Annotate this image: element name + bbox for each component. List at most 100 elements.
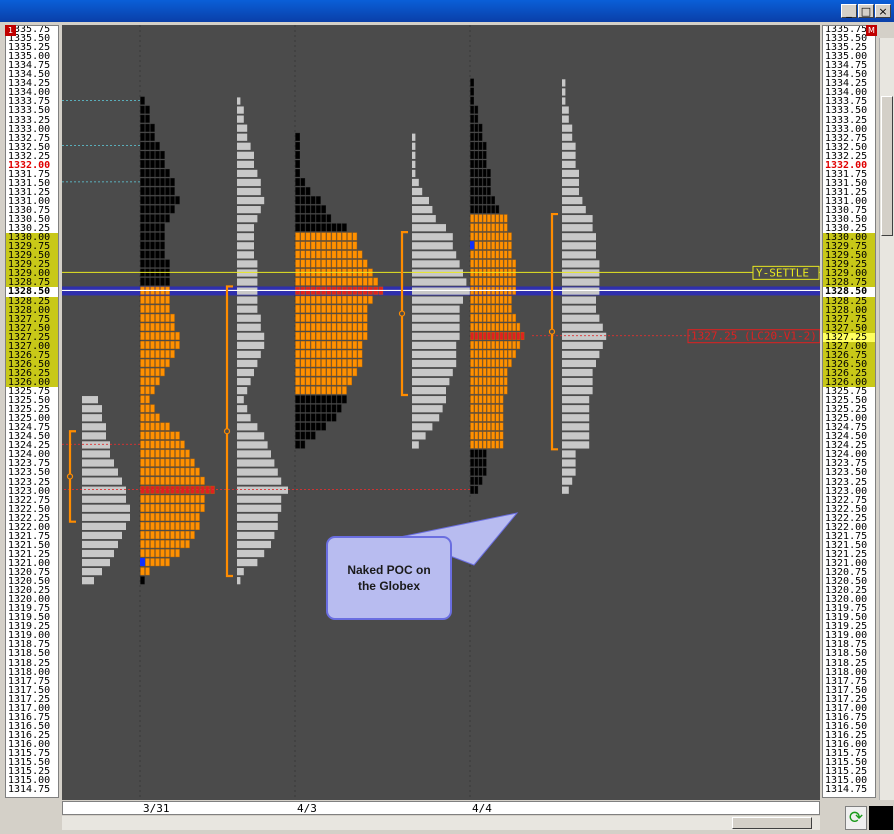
vertical-scrollbar[interactable] xyxy=(879,38,894,800)
tpo-block xyxy=(310,241,316,250)
date-label-2: 4/3 xyxy=(297,802,317,815)
tpo-block xyxy=(357,259,363,268)
tpo-block xyxy=(305,241,311,250)
tpo-block xyxy=(155,295,160,304)
tpo-block xyxy=(474,150,479,159)
volume-bar xyxy=(562,115,569,123)
tpo-block xyxy=(503,350,508,359)
vertical-scroll-thumb[interactable] xyxy=(881,96,893,236)
horizontal-scroll-thumb[interactable] xyxy=(732,817,812,829)
tpo-block xyxy=(478,223,483,232)
tpo-block xyxy=(175,540,180,549)
tpo-block xyxy=(310,386,316,395)
tpo-block xyxy=(140,196,145,205)
tpo-block xyxy=(150,368,155,377)
tpo-block xyxy=(352,277,358,286)
tpo-block xyxy=(516,322,521,331)
tpo-block xyxy=(310,205,316,214)
volume-bar xyxy=(562,450,576,458)
tpo-block xyxy=(300,277,306,286)
volume-bar xyxy=(237,97,241,105)
tpo-block xyxy=(305,431,311,440)
tpo-block xyxy=(295,295,300,304)
tpo-block xyxy=(474,114,479,123)
tpo-block xyxy=(357,322,363,331)
tpo-block xyxy=(295,241,300,250)
volume-bar xyxy=(237,323,261,331)
tpo-block xyxy=(478,187,483,196)
tpo-block xyxy=(499,431,504,440)
tpo-block xyxy=(482,304,487,313)
color-swatch[interactable] xyxy=(869,806,893,830)
tpo-block xyxy=(487,214,491,223)
tpo-block xyxy=(190,494,195,503)
tpo-block xyxy=(470,458,474,467)
tpo-block xyxy=(295,440,300,449)
volume-bar xyxy=(412,196,429,205)
tpo-block xyxy=(160,558,165,567)
tpo-block xyxy=(326,377,332,386)
tpo-block xyxy=(170,332,175,340)
volume-bar xyxy=(412,323,460,331)
volume-bar xyxy=(562,341,603,349)
tpo-block xyxy=(495,304,500,313)
tpo-block xyxy=(150,332,155,340)
maximize-button[interactable]: □ xyxy=(858,4,874,18)
tpo-block xyxy=(352,368,358,377)
tpo-block xyxy=(305,196,311,205)
tpo-block xyxy=(300,404,306,413)
tpo-block xyxy=(155,359,160,368)
tpo-block xyxy=(482,458,487,467)
tpo-block xyxy=(155,259,160,268)
tpo-block xyxy=(487,169,491,178)
tpo-block xyxy=(336,350,342,359)
tpo-block xyxy=(140,277,145,286)
volume-bar xyxy=(562,459,576,467)
tpo-block xyxy=(321,422,326,431)
market-profile-chart[interactable]: Y-SETTLE 1327.25 (LC20-V1-2) Naked POC on… xyxy=(62,25,820,800)
volume-bar xyxy=(82,450,110,458)
tpo-block xyxy=(499,313,504,322)
tpo-block xyxy=(165,458,170,467)
close-button[interactable]: × xyxy=(875,4,891,18)
tpo-block xyxy=(474,223,479,232)
tpo-block xyxy=(165,431,170,440)
minimize-button[interactable]: _ xyxy=(841,4,857,18)
tpo-block xyxy=(499,386,504,395)
left-badge[interactable]: 1 xyxy=(5,25,16,36)
tpo-block xyxy=(145,178,150,187)
tpo-block xyxy=(495,295,500,304)
tpo-block xyxy=(140,476,145,485)
tpo-block xyxy=(491,359,495,368)
volume-bar xyxy=(82,441,110,449)
tpo-block xyxy=(145,304,150,313)
tpo-block xyxy=(310,431,316,440)
refresh-icon[interactable]: ⟳ xyxy=(845,806,867,830)
tpo-block xyxy=(321,368,326,377)
tpo-block xyxy=(155,205,160,214)
tpo-block xyxy=(491,422,495,431)
tpo-block xyxy=(140,123,145,132)
tpo-block xyxy=(487,223,491,232)
tpo-block xyxy=(482,386,487,395)
tpo-block xyxy=(160,341,165,350)
volume-bar xyxy=(562,486,569,494)
tpo-block xyxy=(342,377,347,386)
volume-bar xyxy=(237,341,265,349)
tpo-block xyxy=(180,503,185,512)
horizontal-scrollbar[interactable] xyxy=(62,816,820,830)
volume-bar xyxy=(562,287,600,295)
tpo-block xyxy=(300,178,306,187)
tpo-block xyxy=(180,522,185,531)
tpo-block xyxy=(331,332,337,340)
tpo-block xyxy=(180,540,185,549)
volume-bar xyxy=(237,368,254,377)
tpo-block xyxy=(482,440,487,449)
tpo-block xyxy=(495,413,500,422)
volume-bar xyxy=(237,459,275,467)
right-badge[interactable]: M xyxy=(866,25,877,36)
tpo-block xyxy=(474,141,479,150)
tpo-block xyxy=(310,295,316,304)
tpo-block xyxy=(491,404,495,413)
volume-bar xyxy=(237,441,268,449)
